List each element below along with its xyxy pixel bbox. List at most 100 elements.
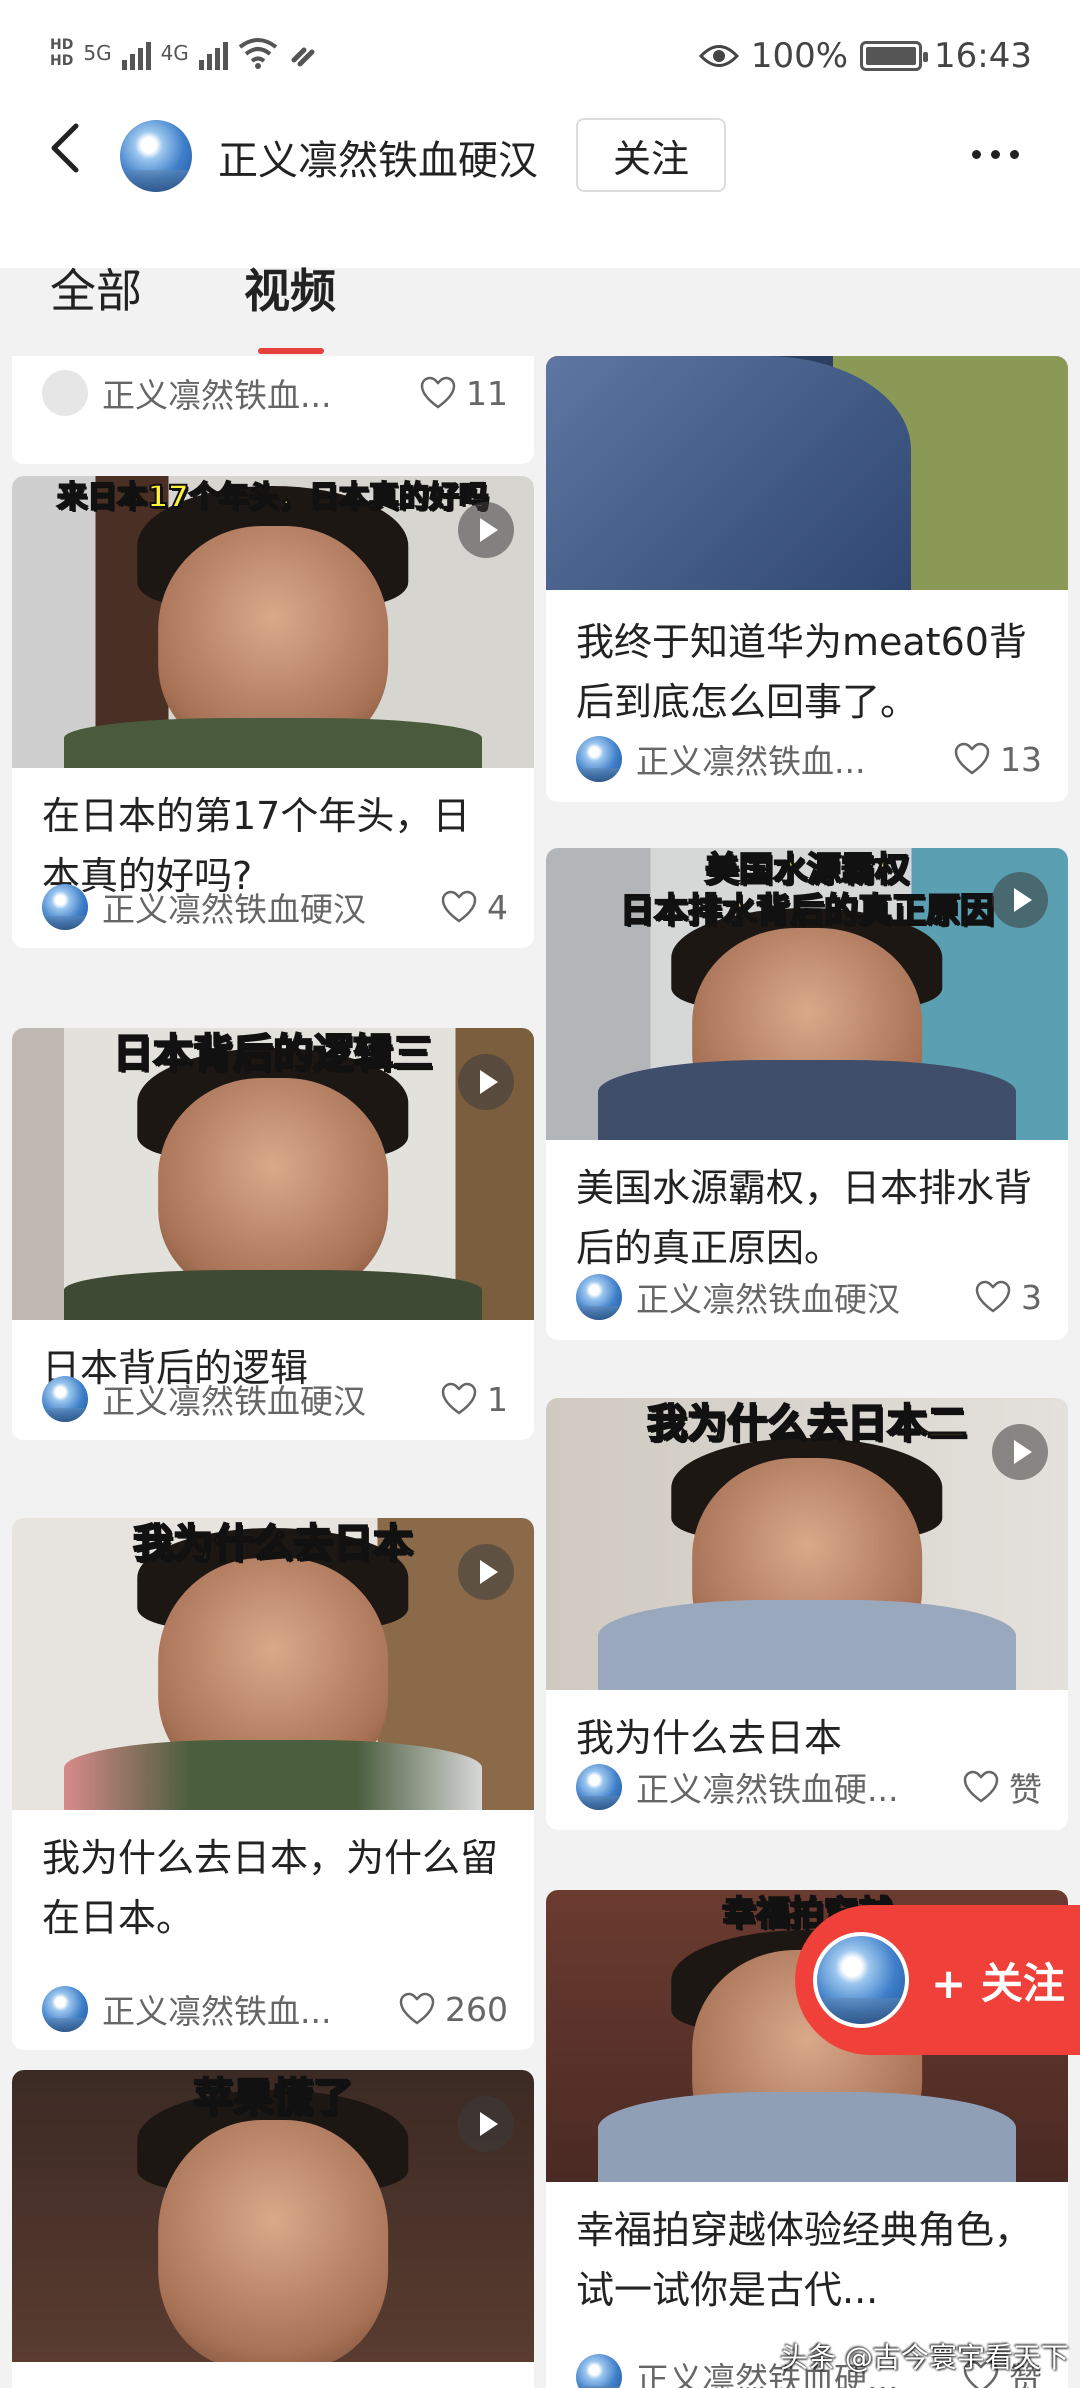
heart-icon [954, 742, 990, 775]
play-icon[interactable] [458, 1054, 514, 1110]
card-meta: 正义凛然铁血硬汉 3 [576, 1272, 1042, 1322]
video-thumbnail[interactable]: 美国水源霸权 日本排水背后的真正原因 [546, 848, 1068, 1140]
video-card[interactable]: 来日本17个年头，日本真的好吗 在日本的第17个年头，日本真的好吗? 正义凛然铁… [12, 476, 534, 948]
like-count[interactable]: 260 [399, 1990, 508, 2029]
author-name: 正义凛然铁血硬汉 [636, 1280, 900, 1319]
status-left: HD HD 5G 4G [50, 36, 318, 70]
card-meta: 正义凛然铁血硬汉 4 [42, 882, 508, 932]
floating-follow-label: + 关注 [931, 1958, 1065, 2008]
video-thumbnail[interactable]: 我为什么去日本二 [546, 1398, 1068, 1690]
play-icon[interactable] [458, 502, 514, 558]
like-count-value: 13 [1000, 739, 1042, 779]
status-right: 100% 16:43 [698, 36, 1032, 76]
heart-icon [975, 1280, 1011, 1313]
author-avatar [576, 736, 622, 782]
video-card[interactable]: 我为什么去日本二 我为什么去日本 正义凛然铁血硬... 赞 [546, 1398, 1068, 1830]
card-meta: 正义凛然铁血硬汉 1 [42, 1374, 508, 1424]
author-avatar [576, 1764, 622, 1810]
video-thumbnail[interactable] [546, 356, 1068, 590]
video-title[interactable]: 我为什么去日本 [576, 1708, 1042, 1768]
thumbnail-caption: 日本背后的逻辑三 [112, 1030, 434, 1078]
heart-icon [441, 1382, 477, 1415]
author-avatar [576, 2354, 622, 2388]
account-avatar[interactable] [120, 120, 192, 192]
like-count[interactable]: 1 [441, 1380, 508, 1419]
video-card[interactable]: 美国水源霸权 日本排水背后的真正原因 美国水源霸权，日本排水背后的真正原因。 正… [546, 848, 1068, 1340]
video-thumbnail[interactable]: 日本背后的逻辑三 [12, 1028, 534, 1320]
heart-icon [963, 1770, 999, 1803]
heart-icon [441, 890, 477, 923]
video-grid: 正义凛然铁血... 11 来日本17个年头，日本真的好吗 在日本的第17个年头，… [0, 356, 1080, 2388]
like-count[interactable]: 4 [441, 888, 508, 927]
like-count-value: 11 [466, 373, 508, 413]
video-title[interactable]: 我为什么去日本，为什么留在日本。 [42, 1828, 508, 1948]
network-type-2: 4G [160, 41, 189, 65]
account-name[interactable]: 正义凛然铁血硬汉 [218, 128, 538, 186]
like-count[interactable]: 13 [954, 740, 1042, 779]
video-card[interactable]: 我为什么去日本 我为什么去日本，为什么留在日本。 正义凛然铁血... 260 [12, 1518, 534, 2050]
thumbnail-caption: 美国水源霸权 日本排水背后的真正原因 [619, 849, 995, 932]
signal-icon-2 [198, 36, 228, 70]
like-count-value: 赞 [1009, 1770, 1042, 1809]
card-meta: 正义凛然铁血... 13 [576, 734, 1042, 784]
author-avatar [42, 1986, 88, 2032]
like-count-value: 1 [487, 1379, 508, 1419]
play-icon[interactable] [458, 1544, 514, 1600]
hd-icon: HD HD [50, 37, 74, 69]
play-icon[interactable] [458, 2096, 514, 2152]
thumbnail-caption: 我为什么去日本二 [646, 1400, 968, 1448]
eye-icon [698, 45, 739, 67]
author-name: 正义凛然铁血... [102, 1992, 332, 2031]
like-count[interactable]: 3 [975, 1278, 1042, 1317]
thumbnail-caption: 来日本17个年头，日本真的好吗 [56, 479, 490, 516]
video-title[interactable]: 幸福拍穿越体验经典角色，试一试你是古代... [576, 2200, 1042, 2320]
battery-percent: 100% [750, 36, 849, 76]
author-name: 正义凛然铁血硬... [636, 1770, 899, 1809]
signal-icon [121, 36, 151, 70]
thumbnail-caption: 苹果慌了 [192, 2074, 354, 2122]
video-card[interactable]: 日本背后的逻辑三 日本背后的逻辑 正义凛然铁血硬汉 1 [12, 1028, 534, 1440]
floating-avatar [813, 1932, 909, 2028]
heart-icon [399, 1992, 435, 2025]
video-card[interactable]: 正义凛然铁血... 11 [12, 356, 534, 464]
thumbnail-caption: 我为什么去日本 [132, 1520, 414, 1568]
video-thumbnail[interactable]: 我为什么去日本 [12, 1518, 534, 1810]
more-options-icon[interactable] [972, 134, 1032, 174]
back-arrow-icon[interactable] [46, 122, 86, 174]
active-tab-indicator [258, 348, 324, 354]
like-count[interactable]: 11 [420, 374, 508, 413]
tab-video[interactable]: 视频 [244, 255, 336, 321]
play-icon[interactable] [992, 872, 1048, 928]
status-bar: HD HD 5G 4G 100% 16:43 [0, 0, 1080, 118]
video-thumbnail[interactable]: 来日本17个年头，日本真的好吗 [12, 476, 534, 768]
wifi-icon [238, 38, 278, 69]
heart-icon [420, 376, 456, 409]
author-name: 正义凛然铁血硬汉 [102, 1382, 366, 1421]
video-title[interactable]: 美国水源霸权，日本排水背后的真正原因。 [576, 1158, 1042, 1278]
card-meta: 正义凛然铁血硬... 赞 [576, 1762, 1042, 1812]
clock: 16:43 [934, 36, 1032, 76]
like-count-value: 260 [445, 1989, 508, 2029]
play-icon[interactable] [992, 1424, 1048, 1480]
video-title[interactable]: 我终于知道华为meat60背后到底怎么回事了。 [576, 612, 1042, 732]
author-avatar [42, 884, 88, 930]
author-name: 正义凛然铁血硬汉 [102, 890, 366, 929]
video-card[interactable]: 我终于知道华为meat60背后到底怎么回事了。 正义凛然铁血... 13 [546, 356, 1068, 802]
floating-follow-button[interactable]: + 关注 [795, 1905, 1080, 2055]
author-name: 正义凛然铁血... [102, 376, 332, 415]
card-meta: 正义凛然铁血... 11 [42, 368, 508, 418]
video-card[interactable]: 苹果慌了 [12, 2070, 534, 2388]
tab-all[interactable]: 全部 [50, 255, 142, 321]
video-thumbnail[interactable]: 苹果慌了 [12, 2070, 534, 2362]
like-count-value: 4 [487, 887, 508, 927]
network-type-1: 5G [83, 41, 112, 65]
watermark: 头条 @古今寰宇看天下 [780, 2341, 1069, 2374]
follow-button[interactable]: 关注 [576, 118, 726, 192]
card-meta: 正义凛然铁血... 260 [42, 1984, 508, 2034]
like-count[interactable]: 赞 [963, 1763, 1042, 1811]
author-avatar [42, 1376, 88, 1422]
battery-icon [860, 41, 929, 71]
author-avatar [42, 370, 88, 416]
author-name: 正义凛然铁血... [636, 742, 866, 781]
link-icon [291, 47, 315, 67]
